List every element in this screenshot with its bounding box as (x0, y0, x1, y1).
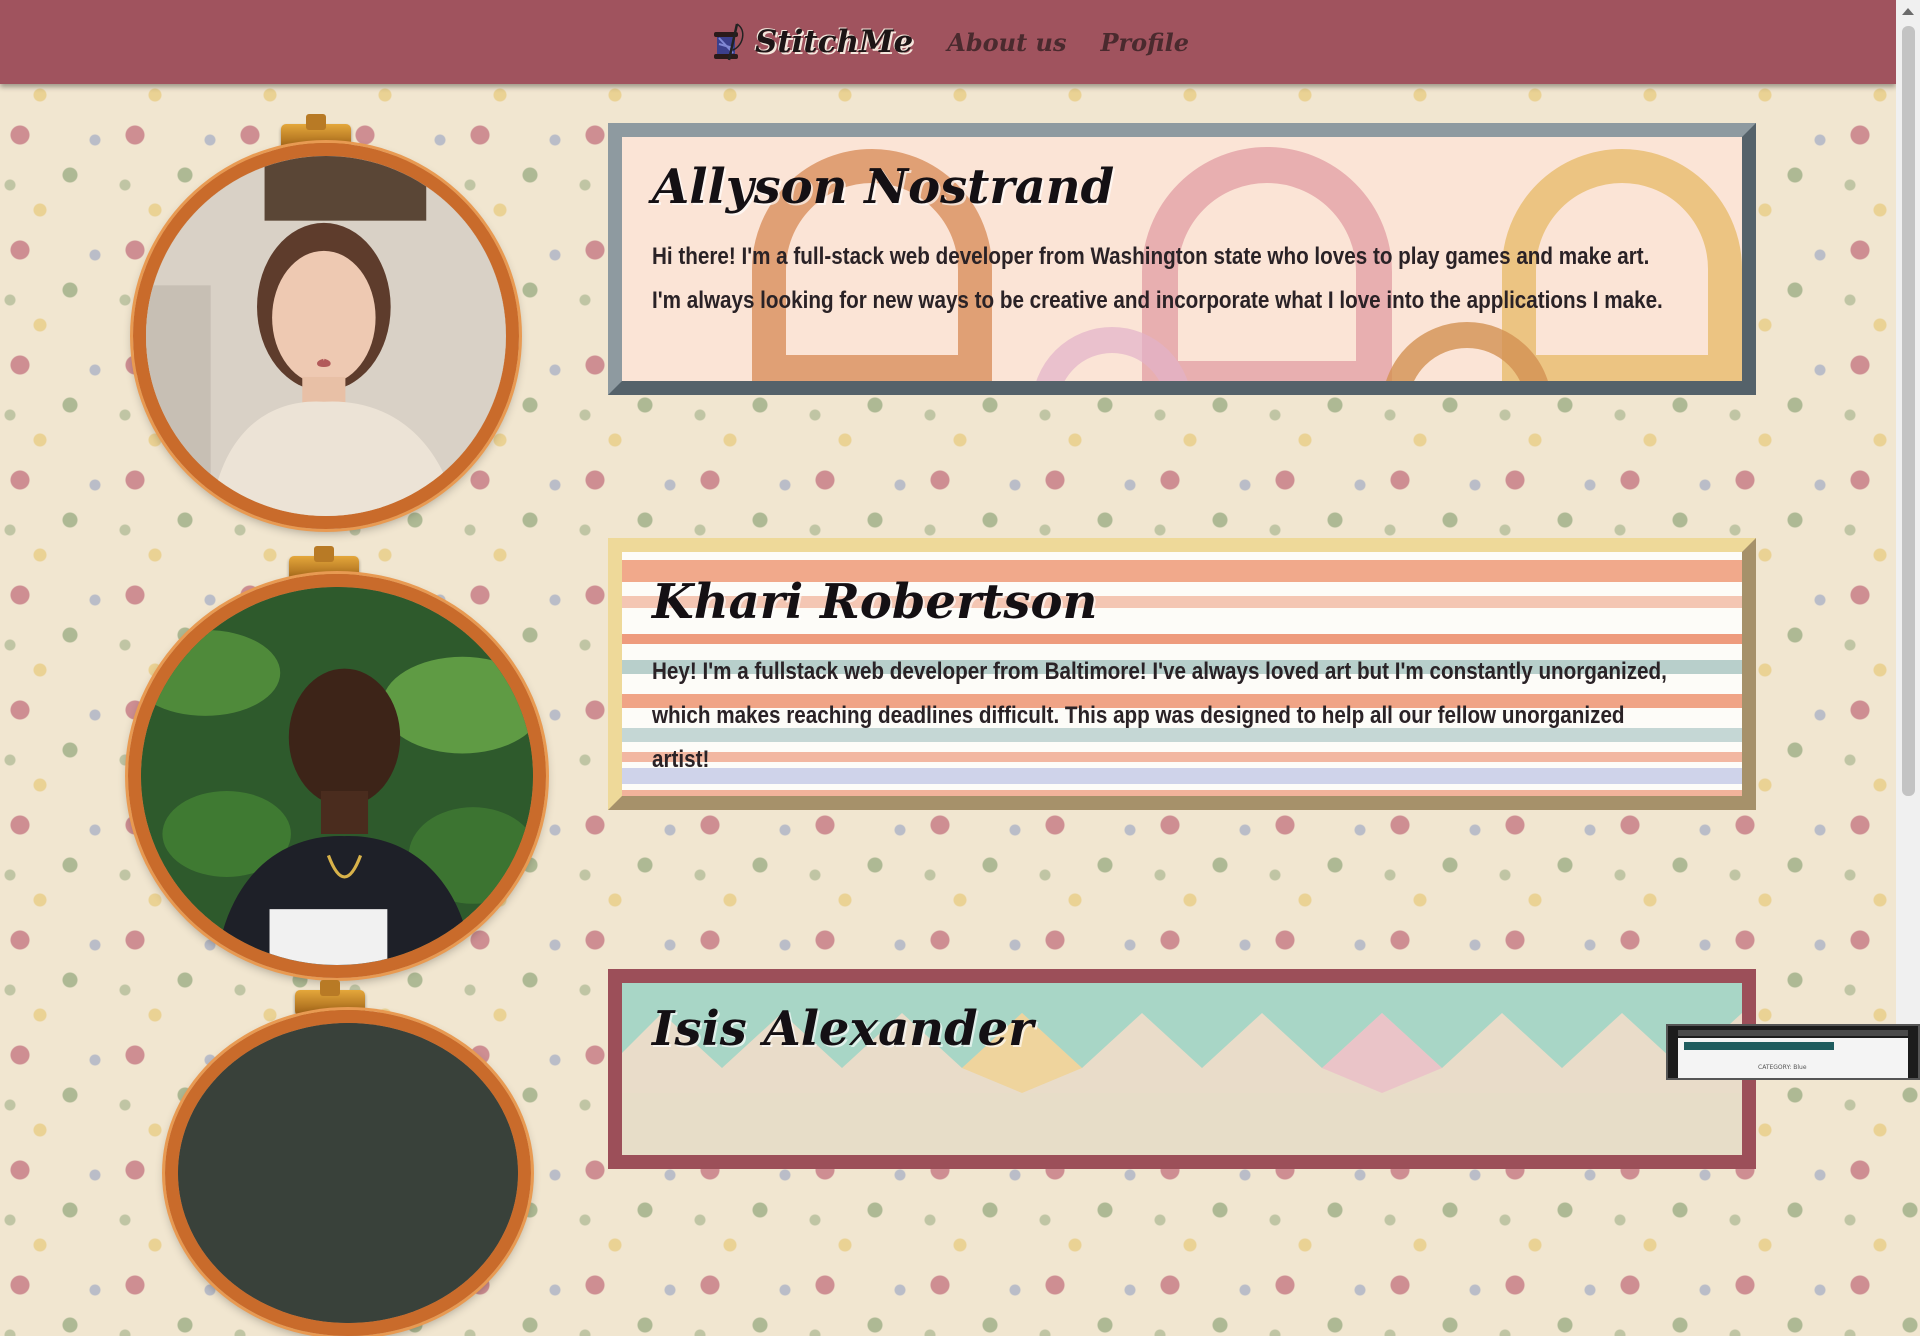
top-navbar: StitchMe About us Profile (0, 0, 1896, 84)
nav-link-about-us[interactable]: About us (947, 28, 1066, 57)
profile-card-khari: Khari Robertson Hey! I'm a fullstack web… (608, 538, 1756, 810)
thumbnail-toolbar (1678, 1030, 1908, 1036)
portrait-illustration (141, 587, 533, 965)
thumbnail-caption: CATEGORY: Blue (1758, 1064, 1807, 1071)
brand-link[interactable]: StitchMe (707, 20, 913, 64)
profile-photo-allyson (133, 143, 519, 529)
profile-card-allyson: Allyson Nostrand Hi there! I'm a full-st… (608, 123, 1756, 395)
nav-link-profile[interactable]: Profile (1100, 28, 1189, 57)
window-preview-thumbnail[interactable]: CATEGORY: Blue (1666, 1024, 1920, 1080)
portrait-illustration (146, 156, 506, 516)
profile-photo-khari (128, 574, 546, 978)
profile-name: Khari Robertson (652, 574, 1098, 630)
profile-photo-isis (165, 1010, 531, 1336)
thread-spool-needle-icon (713, 23, 744, 61)
profile-name: Allyson Nostrand (652, 159, 1115, 215)
scroll-up-arrow-icon[interactable] (1902, 8, 1914, 15)
brand-name: StitchMe (754, 24, 914, 60)
profile-card-isis: Isis Alexander (608, 969, 1756, 1169)
vertical-scrollbar[interactable] (1896, 0, 1920, 1080)
thumbnail-accent (1684, 1042, 1834, 1050)
profile-bio: Hi there! I'm a full-stack web developer… (652, 243, 1663, 314)
profile-bio: Hey! I'm a fullstack web developer from … (652, 658, 1667, 773)
profile-name: Isis Alexander (652, 1001, 1034, 1057)
scrollbar-thumb[interactable] (1902, 26, 1915, 796)
